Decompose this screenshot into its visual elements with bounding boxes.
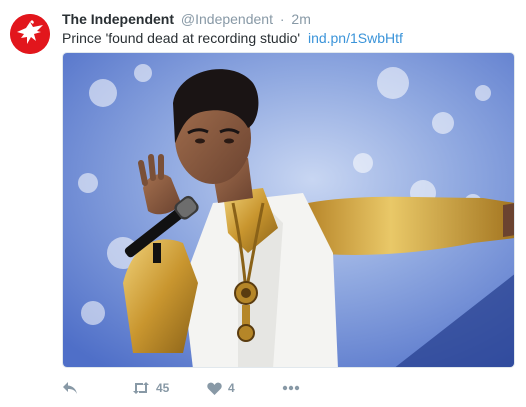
reply-button[interactable] xyxy=(62,381,132,395)
like-count: 4 xyxy=(228,381,235,395)
tweet-body: Prince 'found dead at recording studio' xyxy=(62,30,301,46)
separator-dot: · xyxy=(279,11,285,27)
avatar[interactable] xyxy=(10,14,50,54)
tweet-link[interactable]: ind.pn/1SwbHtf xyxy=(308,30,403,46)
reply-icon xyxy=(63,382,77,394)
heart-icon xyxy=(207,382,222,395)
tweet-actions: 45 4 xyxy=(62,378,300,398)
tweet-text: Prince 'found dead at recording studio' … xyxy=(62,29,403,47)
tweet-photo[interactable] xyxy=(62,52,515,368)
retweet-icon xyxy=(133,382,149,394)
more-dots-icon xyxy=(282,385,300,391)
display-name[interactable]: The Independent xyxy=(62,11,174,27)
tweet: The Independent @Independent · 2m Prince… xyxy=(0,0,526,407)
tweet-header: The Independent @Independent · 2m xyxy=(62,10,311,28)
independent-eagle-logo-icon xyxy=(10,14,50,54)
more-button[interactable] xyxy=(282,385,300,391)
retweet-button[interactable]: 45 xyxy=(132,381,207,395)
like-button[interactable]: 4 xyxy=(207,381,282,395)
tweet-timestamp[interactable]: 2m xyxy=(291,11,310,27)
retweet-count: 45 xyxy=(156,381,170,395)
performer-photo xyxy=(63,53,514,367)
user-handle[interactable]: @Independent xyxy=(181,11,273,27)
